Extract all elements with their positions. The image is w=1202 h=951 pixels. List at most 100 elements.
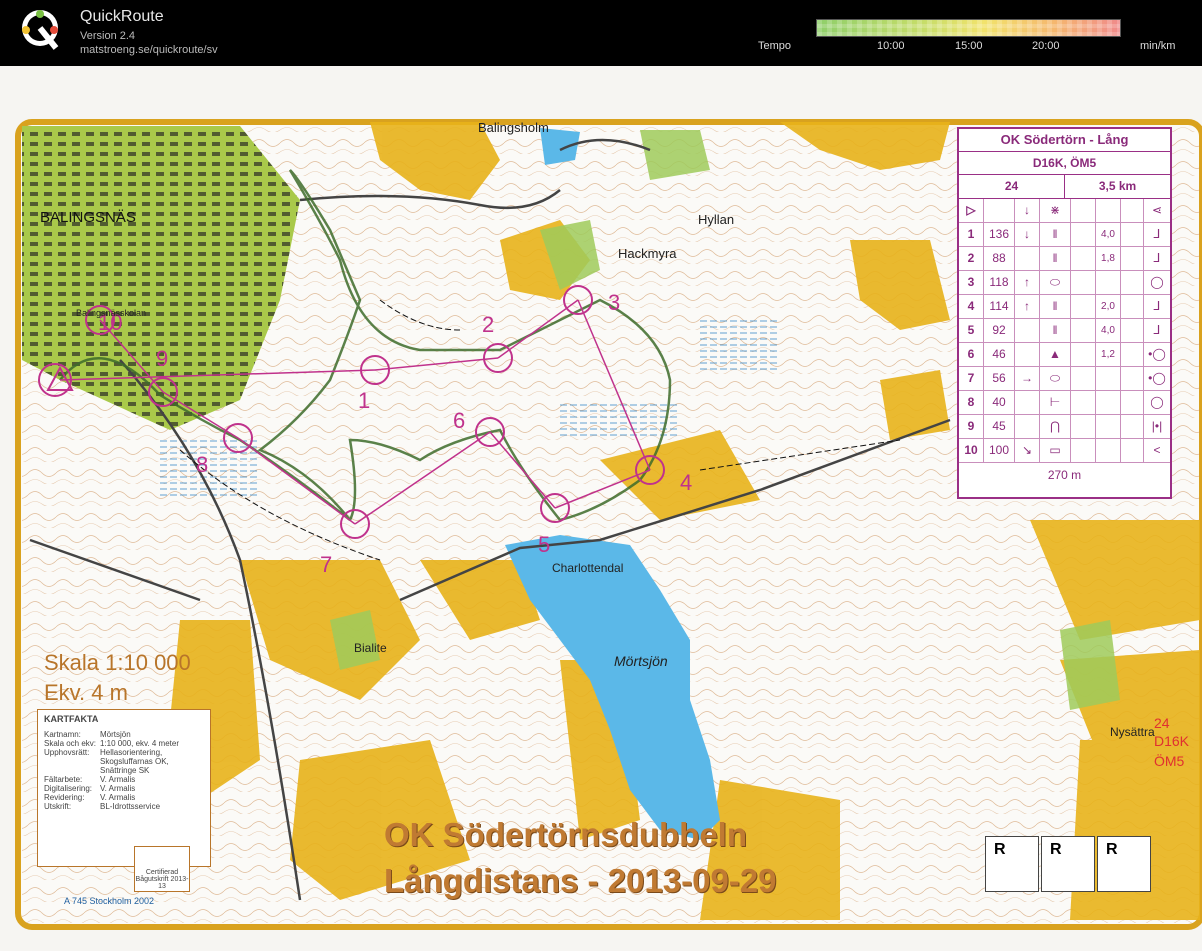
kartfakta-value: Snättringe SK bbox=[100, 766, 150, 775]
place-nysattra: Nysättra bbox=[1110, 725, 1155, 739]
cd-control-row: 5 92 𝍪 4,0 ⅃ bbox=[959, 319, 1170, 343]
cd-position: •◯ bbox=[1148, 371, 1166, 385]
cd-empty bbox=[1071, 415, 1096, 438]
kartfakta-key: Skala och ekv: bbox=[44, 739, 97, 748]
kartfakta-row: Upphovsrätt: Hellasorientering, bbox=[44, 748, 204, 757]
cd-direction bbox=[1015, 415, 1040, 438]
cd-control-code: 40 bbox=[984, 391, 1015, 414]
cd-empty bbox=[1071, 223, 1096, 246]
kartfakta-key: Upphovsrätt: bbox=[44, 748, 90, 757]
kartfakta-row: Skogsluffarnas OK, bbox=[44, 757, 204, 766]
cd-feature: ⋂ bbox=[1040, 415, 1071, 438]
start-triangle-icon: ▷ bbox=[959, 199, 984, 222]
kartfakta-value: Mörtsjön bbox=[100, 730, 131, 739]
tempo-color-scale bbox=[816, 19, 1121, 37]
cd-empty bbox=[1121, 439, 1144, 462]
cd-empty bbox=[1121, 415, 1144, 438]
cd-control-code: 46 bbox=[984, 343, 1015, 366]
cd-empty bbox=[1121, 343, 1144, 366]
cd-control-number: 8 bbox=[959, 391, 984, 414]
place-hackmyra: Hackmyra bbox=[618, 246, 677, 261]
finish-distance: 270 m bbox=[1047, 468, 1082, 482]
cd-control-number: 6 bbox=[959, 343, 984, 366]
cd-direction: ↑ bbox=[1015, 295, 1040, 318]
cd-position: ⅃ bbox=[1153, 227, 1161, 241]
cd-control-number: 9 bbox=[959, 415, 984, 438]
place-mortsjon: Mörtsjön bbox=[614, 653, 668, 669]
cd-title: OK Södertörn - Lång bbox=[959, 129, 1170, 152]
quickroute-header: QuickRoute Version 2.4 matstroeng.se/qui… bbox=[0, 0, 1202, 66]
cd-feature: ⬭ bbox=[1040, 271, 1071, 294]
kartfakta-value: BL-Idrottsservice bbox=[100, 802, 161, 811]
cd-finish-row: 270 m bbox=[959, 463, 1170, 487]
scale-legend: Skala 1:10 000 Ekv. 4 m bbox=[44, 650, 191, 706]
cd-empty bbox=[1121, 271, 1144, 294]
tempo-label: Tempo bbox=[758, 40, 792, 52]
quickroute-logo-icon bbox=[22, 10, 59, 50]
cd-rows: 1 136 ↓ 𝍪 4,0 ⅃ 2 88 𝍪 1,8 ⅃ 3 118 ↑ ⬭ ◯ 4 114 ↑ 𝍪 2,0 ⅃ 5 92 𝍪 4… bbox=[959, 223, 1170, 463]
cd-direction: ↑ bbox=[1015, 271, 1040, 294]
cd-control-code: 88 bbox=[984, 247, 1015, 270]
cd-control-row: 2 88 𝍪 1,8 ⅃ bbox=[959, 247, 1170, 271]
tempo-tick-15: 15:00 bbox=[955, 40, 983, 52]
cd-feature: 𝍪 bbox=[1040, 247, 1071, 270]
kartfakta-value: Hellasorientering, bbox=[100, 748, 163, 757]
place-bialite: Bialite bbox=[354, 641, 387, 655]
scale-text: Skala 1:10 000 bbox=[44, 650, 191, 675]
cd-control-number: 10 bbox=[959, 439, 984, 462]
kartfakta-row: Fältarbete: V. Armalis bbox=[44, 775, 204, 784]
control-label-4: 4 bbox=[680, 470, 692, 495]
punch-box: R bbox=[985, 836, 1039, 892]
kartfakta-key: Fältarbete: bbox=[44, 775, 83, 784]
app-url-link[interactable]: matstroeng.se/quickroute/sv bbox=[80, 44, 218, 56]
cd-control-code: 45 bbox=[984, 415, 1015, 438]
control-label-5: 5 bbox=[538, 532, 550, 557]
license-text: A 745 Stockholm 2002 bbox=[64, 896, 155, 906]
cd-control-code: 136 bbox=[984, 223, 1015, 246]
cd-feature: 𝍪 bbox=[1040, 319, 1071, 342]
cd-control-code: 92 bbox=[984, 319, 1015, 342]
cd-position: ◯ bbox=[1150, 395, 1164, 409]
cd-feature: 𝍪 bbox=[1040, 223, 1071, 246]
cd-dimension bbox=[1096, 391, 1121, 414]
equidistance-text: Ekv. 4 m bbox=[44, 680, 128, 705]
control-label-3: 3 bbox=[608, 290, 620, 315]
cd-empty bbox=[1071, 367, 1096, 390]
kartfakta-value: V. Armalis bbox=[100, 784, 136, 793]
cd-dimension: 1,2 bbox=[1096, 343, 1121, 366]
cd-control-row: 6 46 ▲ 1,2 •◯ bbox=[959, 343, 1170, 367]
cd-control-row: 1 136 ↓ 𝍪 4,0 ⅃ bbox=[959, 223, 1170, 247]
kartfakta-key bbox=[44, 766, 100, 775]
event-title: OK Södertörnsdubbeln bbox=[384, 816, 747, 853]
cd-control-number: 7 bbox=[959, 367, 984, 390]
kartfakta-row: Skala och ekv: 1:10 000, ekv. 4 meter bbox=[44, 739, 204, 748]
cd-dimension: 1,8 bbox=[1096, 247, 1121, 270]
cd-control-row: 7 56 → ⬭ •◯ bbox=[959, 367, 1170, 391]
cd-dimension bbox=[1096, 415, 1121, 438]
cd-empty bbox=[1071, 271, 1096, 294]
cd-control-row: 4 114 ↑ 𝍪 2,0 ⅃ bbox=[959, 295, 1170, 319]
cd-class: D16K, ÖM5 bbox=[959, 152, 1170, 175]
cd-dimension bbox=[1096, 367, 1121, 390]
orienteering-map[interactable]: 1 2 3 4 5 6 7 8 9 10 Balingsholm BALINGS… bbox=[0, 66, 1202, 951]
cd-empty bbox=[1121, 319, 1144, 342]
kartfakta-key: Kartnamn: bbox=[44, 730, 81, 739]
control-label-6: 6 bbox=[453, 408, 465, 433]
cd-control-code: 114 bbox=[984, 295, 1015, 318]
cd-info: 24 3,5 km bbox=[959, 175, 1170, 199]
place-balingsholm: Balingsholm bbox=[478, 120, 549, 135]
control-label-2: 2 bbox=[482, 312, 494, 337]
app-title: QuickRoute bbox=[80, 8, 164, 25]
punch-box: R bbox=[1041, 836, 1095, 892]
cd-control-number: 2 bbox=[959, 247, 984, 270]
place-charlottendal: Charlottendal bbox=[552, 561, 623, 575]
kartfakta-value: V. Armalis bbox=[100, 793, 136, 802]
cd-empty bbox=[1121, 295, 1144, 318]
kartfakta-row: Utskrift: BL-Idrottsservice bbox=[44, 802, 204, 811]
tempo-unit: min/km bbox=[1140, 40, 1176, 52]
cd-position: < bbox=[1153, 443, 1161, 457]
cd-control-code: 56 bbox=[984, 367, 1015, 390]
place-hyllan: Hyllan bbox=[698, 212, 734, 227]
cd-control-number: 5 bbox=[959, 319, 984, 342]
cd-control-number: 4 bbox=[959, 295, 984, 318]
